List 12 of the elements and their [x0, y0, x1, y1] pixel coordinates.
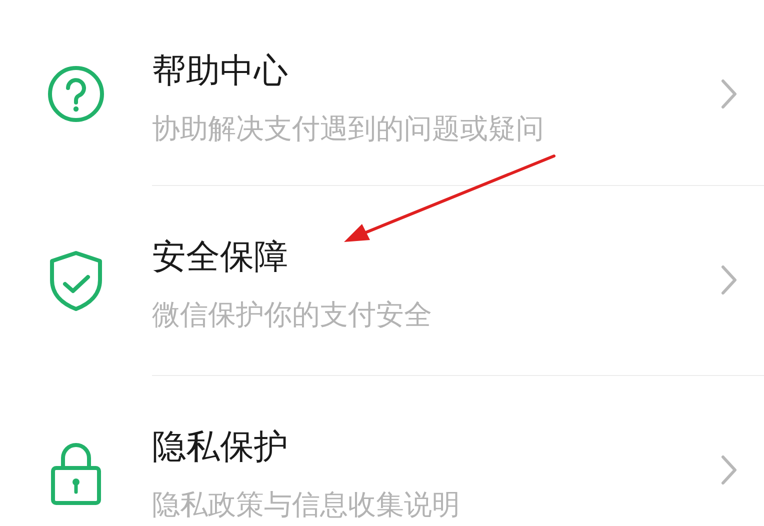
chevron-right-icon[interactable] — [720, 78, 738, 110]
chevron-right-icon[interactable] — [720, 264, 738, 296]
menu-item-subtitle: 隐私政策与信息收集说明 — [152, 487, 461, 523]
menu-item-subtitle: 微信保护你的支付安全 — [152, 297, 433, 333]
menu-item-title[interactable]: 帮助中心 — [152, 48, 720, 94]
menu-item-title[interactable]: 安全保障 — [152, 234, 720, 280]
shield-check-icon — [48, 250, 104, 312]
menu-item-title[interactable]: 隐私保护 — [152, 424, 720, 470]
chevron-right-icon[interactable] — [720, 454, 738, 486]
help-icon — [46, 64, 106, 124]
menu-item-subtitle: 协助解决支付遇到的问题或疑问 — [152, 111, 545, 147]
lock-icon — [49, 440, 103, 506]
